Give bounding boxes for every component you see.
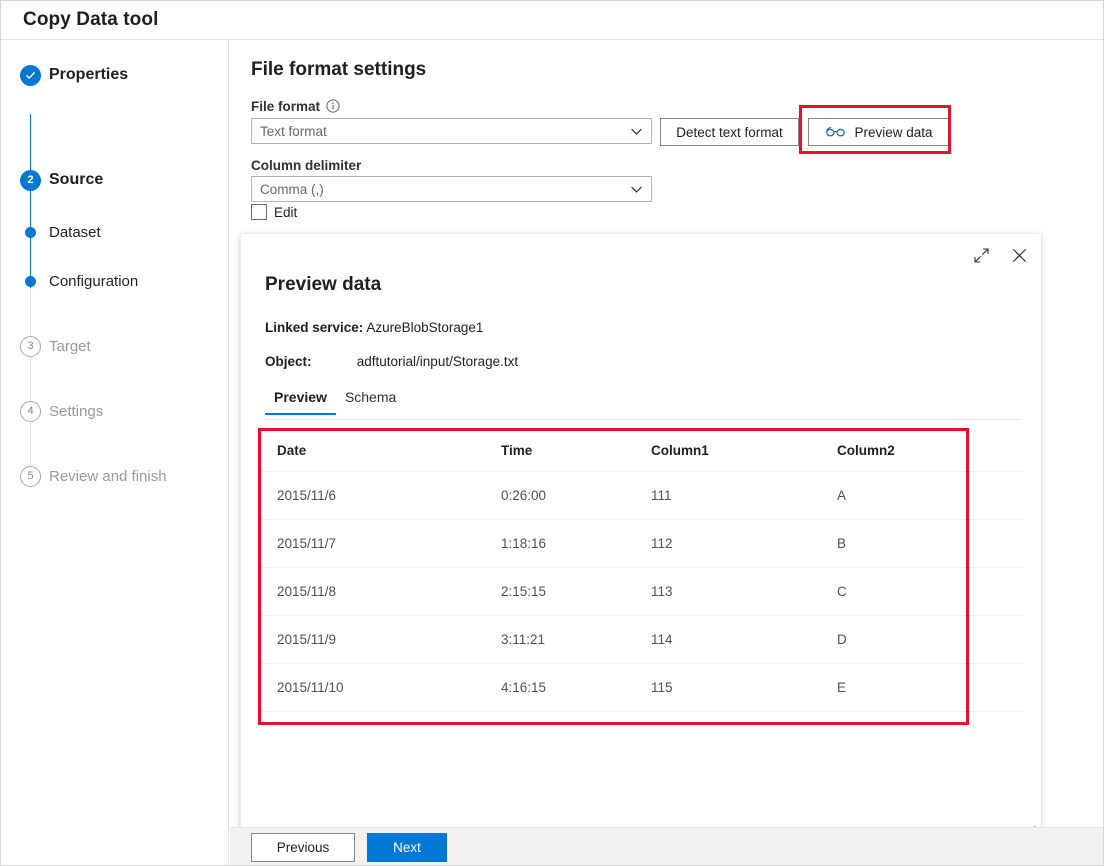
cell-column2: C bbox=[837, 584, 1022, 599]
cell-date: 2015/11/6 bbox=[277, 488, 501, 503]
glasses-icon bbox=[826, 126, 845, 138]
preview-data-table: Date Time Column1 Column2 2015/11/6 0:26… bbox=[260, 429, 1022, 712]
cell-date: 2015/11/10 bbox=[277, 680, 501, 695]
file-format-label: File format bbox=[251, 99, 320, 114]
preview-data-panel: Preview data Linked service: AzureBlobSt… bbox=[240, 234, 1041, 842]
chevron-down-icon bbox=[630, 125, 643, 138]
linked-service-value: AzureBlobStorage1 bbox=[366, 320, 483, 335]
column-delimiter-value: Comma (,) bbox=[260, 182, 630, 197]
edit-checkbox-label: Edit bbox=[274, 205, 297, 220]
column-header-column2: Column2 bbox=[837, 443, 1022, 458]
wizard-footer: Previous Next bbox=[230, 827, 1104, 866]
step-number-badge: 5 bbox=[20, 466, 41, 487]
preview-data-button[interactable]: Preview data bbox=[808, 118, 951, 146]
info-icon[interactable] bbox=[326, 99, 340, 113]
next-button[interactable]: Next bbox=[367, 833, 447, 862]
page-title: Copy Data tool bbox=[23, 9, 158, 31]
tab-preview[interactable]: Preview bbox=[265, 389, 336, 414]
table-row: 2015/11/8 2:15:15 113 C bbox=[260, 568, 1022, 616]
copy-data-tool-window: Copy Data tool Properties 2 Source Datas… bbox=[0, 0, 1104, 866]
cell-column2: D bbox=[837, 632, 1022, 647]
step-number-badge: 2 bbox=[20, 170, 41, 191]
cell-column1: 111 bbox=[651, 488, 837, 503]
cell-time: 3:11:21 bbox=[501, 632, 651, 647]
sidebar-item-label: Source bbox=[49, 171, 103, 189]
detect-text-format-button[interactable]: Detect text format bbox=[660, 118, 799, 146]
dot-icon bbox=[25, 276, 36, 287]
cell-date: 2015/11/9 bbox=[277, 632, 501, 647]
cell-column1: 115 bbox=[651, 680, 837, 695]
window-titlebar: Copy Data tool bbox=[1, 1, 1104, 40]
preview-panel-tabs: Preview Schema bbox=[265, 389, 1020, 420]
file-format-value: Text format bbox=[260, 124, 630, 139]
previous-button[interactable]: Previous bbox=[251, 833, 355, 862]
wizard-sidebar: Properties 2 Source Dataset Configuratio… bbox=[1, 40, 229, 866]
sidebar-item-label: Target bbox=[49, 338, 91, 355]
cell-column1: 114 bbox=[651, 632, 837, 647]
sidebar-item-label: Properties bbox=[49, 66, 128, 84]
column-header-column1: Column1 bbox=[651, 443, 837, 458]
wizard-connector-pending bbox=[30, 288, 31, 488]
table-row: 2015/11/10 4:16:15 115 E bbox=[260, 664, 1022, 712]
chevron-down-icon bbox=[630, 183, 643, 196]
cell-column2: B bbox=[837, 536, 1022, 551]
expand-icon[interactable] bbox=[970, 244, 992, 266]
cell-time: 2:15:15 bbox=[501, 584, 651, 599]
cell-date: 2015/11/7 bbox=[277, 536, 501, 551]
table-row: 2015/11/6 0:26:00 111 A bbox=[260, 472, 1022, 520]
tab-schema[interactable]: Schema bbox=[336, 389, 405, 414]
panel-actions bbox=[970, 244, 1030, 266]
sidebar-item-label: Dataset bbox=[49, 224, 101, 241]
object-label: Object: bbox=[265, 354, 353, 369]
column-header-date: Date bbox=[277, 443, 501, 458]
cell-column2: A bbox=[837, 488, 1022, 503]
object-value: adftutorial/input/Storage.txt bbox=[357, 354, 518, 369]
preview-data-label: Preview data bbox=[854, 125, 932, 140]
cell-time: 4:16:15 bbox=[501, 680, 651, 695]
column-delimiter-label: Column delimiter bbox=[251, 158, 361, 173]
detect-text-format-label: Detect text format bbox=[676, 125, 783, 140]
sidebar-item-label: Settings bbox=[49, 403, 103, 420]
table-row: 2015/11/9 3:11:21 114 D bbox=[260, 616, 1022, 664]
table-row: 2015/11/7 1:18:16 112 B bbox=[260, 520, 1022, 568]
cell-time: 0:26:00 bbox=[501, 488, 651, 503]
next-button-label: Next bbox=[393, 840, 421, 855]
previous-button-label: Previous bbox=[277, 840, 330, 855]
cell-date: 2015/11/8 bbox=[277, 584, 501, 599]
linked-service-row: Linked service: AzureBlobStorage1 bbox=[265, 320, 483, 335]
check-icon bbox=[20, 65, 41, 86]
file-format-select[interactable]: Text format bbox=[251, 118, 652, 144]
cell-column1: 112 bbox=[651, 536, 837, 551]
step-number-badge: 4 bbox=[20, 401, 41, 422]
panel-title: Preview data bbox=[265, 274, 381, 296]
dot-icon bbox=[25, 227, 36, 238]
sidebar-item-label: Review and finish bbox=[49, 468, 167, 485]
step-number-badge: 3 bbox=[20, 336, 41, 357]
column-header-time: Time bbox=[501, 443, 651, 458]
table-header-row: Date Time Column1 Column2 bbox=[260, 429, 1022, 472]
column-delimiter-select[interactable]: Comma (,) bbox=[251, 176, 652, 202]
cell-column2: E bbox=[837, 680, 1022, 695]
edit-checkbox-row[interactable]: Edit bbox=[251, 204, 297, 220]
cell-column1: 113 bbox=[651, 584, 837, 599]
close-icon[interactable] bbox=[1008, 244, 1030, 266]
linked-service-label: Linked service: bbox=[265, 320, 363, 335]
cell-time: 1:18:16 bbox=[501, 536, 651, 551]
edit-checkbox[interactable] bbox=[251, 204, 267, 220]
sidebar-item-label: Configuration bbox=[49, 273, 138, 290]
section-title: File format settings bbox=[251, 59, 426, 81]
object-row: Object: adftutorial/input/Storage.txt bbox=[265, 354, 518, 369]
